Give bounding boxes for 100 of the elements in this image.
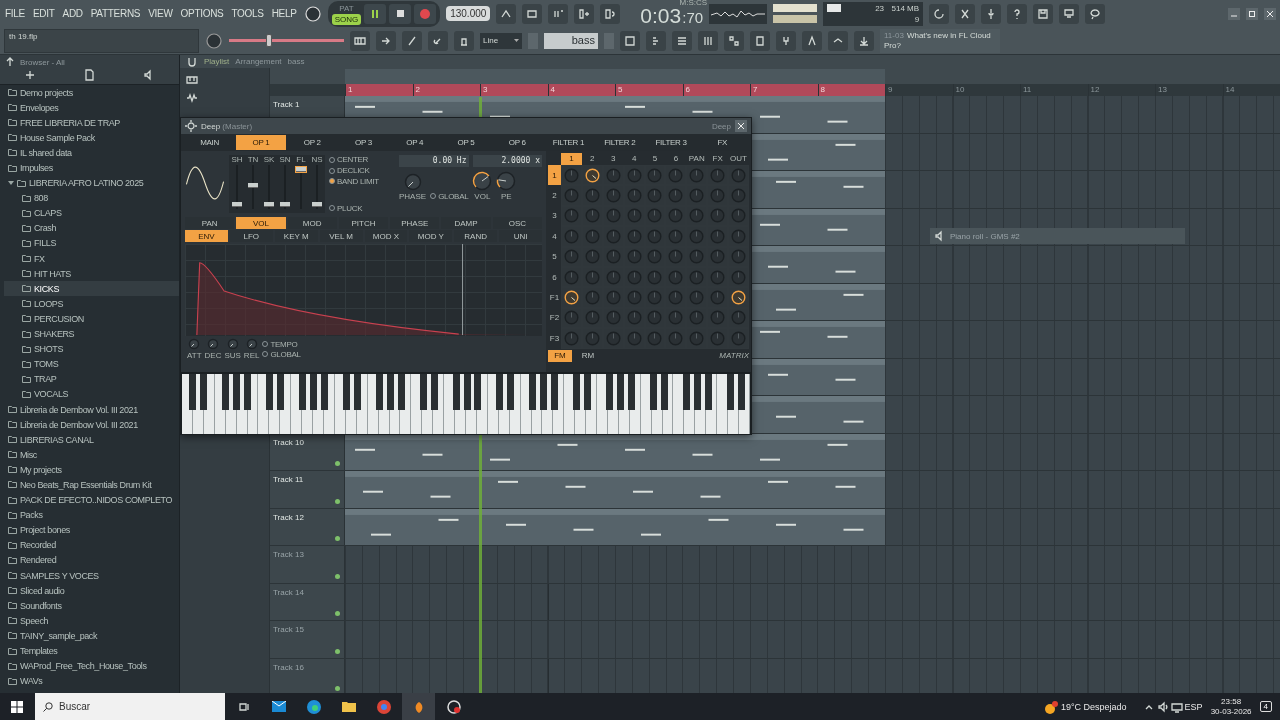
browser-item[interactable]: IL shared data xyxy=(4,145,179,161)
toolbar-button[interactable] xyxy=(620,30,640,51)
plugin-tab[interactable]: OP 1 xyxy=(236,135,286,150)
option-toggle[interactable]: TEMPO xyxy=(262,339,301,349)
browser-item[interactable]: PERCUSION xyxy=(4,311,179,327)
mode-button[interactable]: PAT xyxy=(331,2,362,14)
tempo-display[interactable]: 130.000 xyxy=(446,6,491,21)
fader-handle[interactable] xyxy=(280,202,290,208)
slider-thumb[interactable] xyxy=(266,34,273,47)
browser-item[interactable]: Libreria de Dembow Vol. III 2021 xyxy=(4,401,179,418)
search-field[interactable]: Buscar xyxy=(35,693,225,720)
menu-item[interactable]: ADD xyxy=(61,8,84,19)
option-toggle[interactable]: DECLICK xyxy=(329,165,395,176)
notification-badge[interactable]: 4 xyxy=(1259,701,1272,712)
radio-indicator[interactable] xyxy=(329,178,335,185)
matrix-column-header[interactable]: OUT xyxy=(728,153,749,165)
knob[interactable] xyxy=(496,171,517,191)
matrix-knob[interactable] xyxy=(584,167,600,183)
browser-item[interactable]: FX xyxy=(4,251,179,267)
close-button[interactable] xyxy=(735,120,747,132)
close-button[interactable] xyxy=(1264,7,1276,20)
track-header[interactable]: Track 10 xyxy=(270,433,345,470)
browser-item[interactable]: HIT HATS xyxy=(4,266,179,282)
browser-item[interactable]: Crash xyxy=(4,220,179,236)
phase-knob[interactable] xyxy=(403,173,422,191)
option-toggle[interactable]: GLOBAL xyxy=(430,191,469,201)
option-toggle[interactable]: BAND LIMIT xyxy=(329,176,395,187)
envelope-knob[interactable] xyxy=(245,338,258,350)
browser-item[interactable]: Recorded xyxy=(4,537,179,553)
matrix-column-header[interactable]: FX xyxy=(707,153,729,165)
browser-item[interactable]: SHAKERS xyxy=(4,326,179,342)
option-toggle[interactable]: CENTER xyxy=(329,155,395,165)
browser-item[interactable]: Speech xyxy=(4,613,179,629)
toolbar-button[interactable] xyxy=(1059,3,1080,24)
weather-text[interactable]: 19°C Despejado xyxy=(1060,701,1127,712)
browser-item[interactable]: Libreria de Dembow Vol. III 2021 xyxy=(4,417,179,433)
envelope-tab[interactable]: VEL M xyxy=(319,230,363,242)
toolbar-button[interactable] xyxy=(955,3,976,24)
envelope-tab[interactable]: KEY M xyxy=(274,230,318,242)
browser-item[interactable]: SHOTS xyxy=(4,341,179,357)
pattern-clip[interactable] xyxy=(345,508,885,545)
restore-button[interactable] xyxy=(1246,7,1258,20)
envelope-tab[interactable]: MOD Y xyxy=(409,230,453,242)
browser-item[interactable]: Soundfonts xyxy=(4,598,179,614)
matrix-column-header[interactable]: 6 xyxy=(665,153,687,165)
matrix-row-header[interactable]: 6 xyxy=(548,266,561,288)
matrix-knob[interactable] xyxy=(563,290,579,306)
browser-item[interactable]: Packs xyxy=(4,507,179,523)
toolbar-button[interactable] xyxy=(1033,3,1054,24)
menu-item[interactable]: TOOLS xyxy=(230,8,265,19)
plugin-tab[interactable]: OP 3 xyxy=(338,135,389,150)
envelope-knob[interactable] xyxy=(188,338,201,350)
track-header[interactable]: Track 16 xyxy=(270,658,345,693)
ratio-field[interactable]: 2.0000 x xyxy=(472,155,542,167)
clock[interactable]: 23:58 30-03-2026 xyxy=(1210,696,1252,717)
browser-item[interactable]: FILLS xyxy=(4,235,179,252)
taskbar-icon[interactable] xyxy=(402,693,435,720)
browser-item[interactable]: VOCALS xyxy=(4,386,179,402)
toolbar-button[interactable] xyxy=(854,30,874,51)
toolbar-button[interactable] xyxy=(698,30,718,51)
toolbar-button[interactable] xyxy=(776,30,796,51)
plugin-tab[interactable]: FILTER 3 xyxy=(646,135,696,150)
matrix-row-header[interactable]: 5 xyxy=(548,246,561,267)
browser-item[interactable]: LIBRERIA AFRO LATINO 2025 xyxy=(4,175,179,191)
matrix-row-header[interactable]: F1 xyxy=(548,287,561,308)
toolbar-button[interactable] xyxy=(724,30,744,51)
plugin-tab[interactable]: OP 2 xyxy=(287,135,337,150)
track-led[interactable] xyxy=(335,573,340,579)
browser-item[interactable]: KICKS xyxy=(4,281,179,297)
target-tab[interactable]: DAMP xyxy=(441,217,491,229)
pattern-selector[interactable]: bass xyxy=(544,32,598,49)
knob-icon[interactable] xyxy=(303,4,322,23)
matrix-row-header[interactable]: 1 xyxy=(548,165,561,186)
matrix-row-header[interactable]: 2 xyxy=(548,185,561,206)
browser-item[interactable]: House Sample Pack xyxy=(4,130,179,146)
toolbar-button[interactable] xyxy=(454,30,474,51)
matrix-row-header[interactable]: 4 xyxy=(548,226,561,247)
browser-item[interactable]: Project bones xyxy=(4,522,179,538)
mode-tab[interactable]: RM xyxy=(576,349,600,362)
target-tab[interactable]: VOL xyxy=(236,217,286,229)
browser-item[interactable]: WAProd_Free_Tech_House_Tools xyxy=(4,658,179,674)
target-tab[interactable]: PAN xyxy=(185,217,235,229)
envelope-knob[interactable] xyxy=(206,338,219,350)
browser-item[interactable]: Templates xyxy=(4,643,179,659)
browser-item[interactable]: SAMPLES Y VOCES xyxy=(4,568,179,584)
matrix-row-header[interactable]: 3 xyxy=(548,205,561,227)
track-header[interactable]: Track 13 xyxy=(270,546,345,583)
matrix-column-header[interactable]: 5 xyxy=(644,153,666,165)
toolbar-button[interactable] xyxy=(750,30,770,51)
plugin-tab[interactable]: FILTER 2 xyxy=(595,135,645,150)
matrix-column-header[interactable]: PAN xyxy=(686,153,708,165)
toolbar-button[interactable] xyxy=(929,3,950,24)
knob-icon[interactable] xyxy=(205,31,223,50)
plugin-tab[interactable]: OP 6 xyxy=(492,135,542,150)
envelope-tab[interactable]: RAND xyxy=(454,230,498,242)
browser-item[interactable]: TRAP xyxy=(4,371,179,387)
toolbar-button[interactable] xyxy=(1085,3,1106,24)
mode-tab[interactable]: FM xyxy=(548,349,572,362)
toolbar-button[interactable] xyxy=(548,3,569,24)
pause-button[interactable] xyxy=(364,3,387,24)
